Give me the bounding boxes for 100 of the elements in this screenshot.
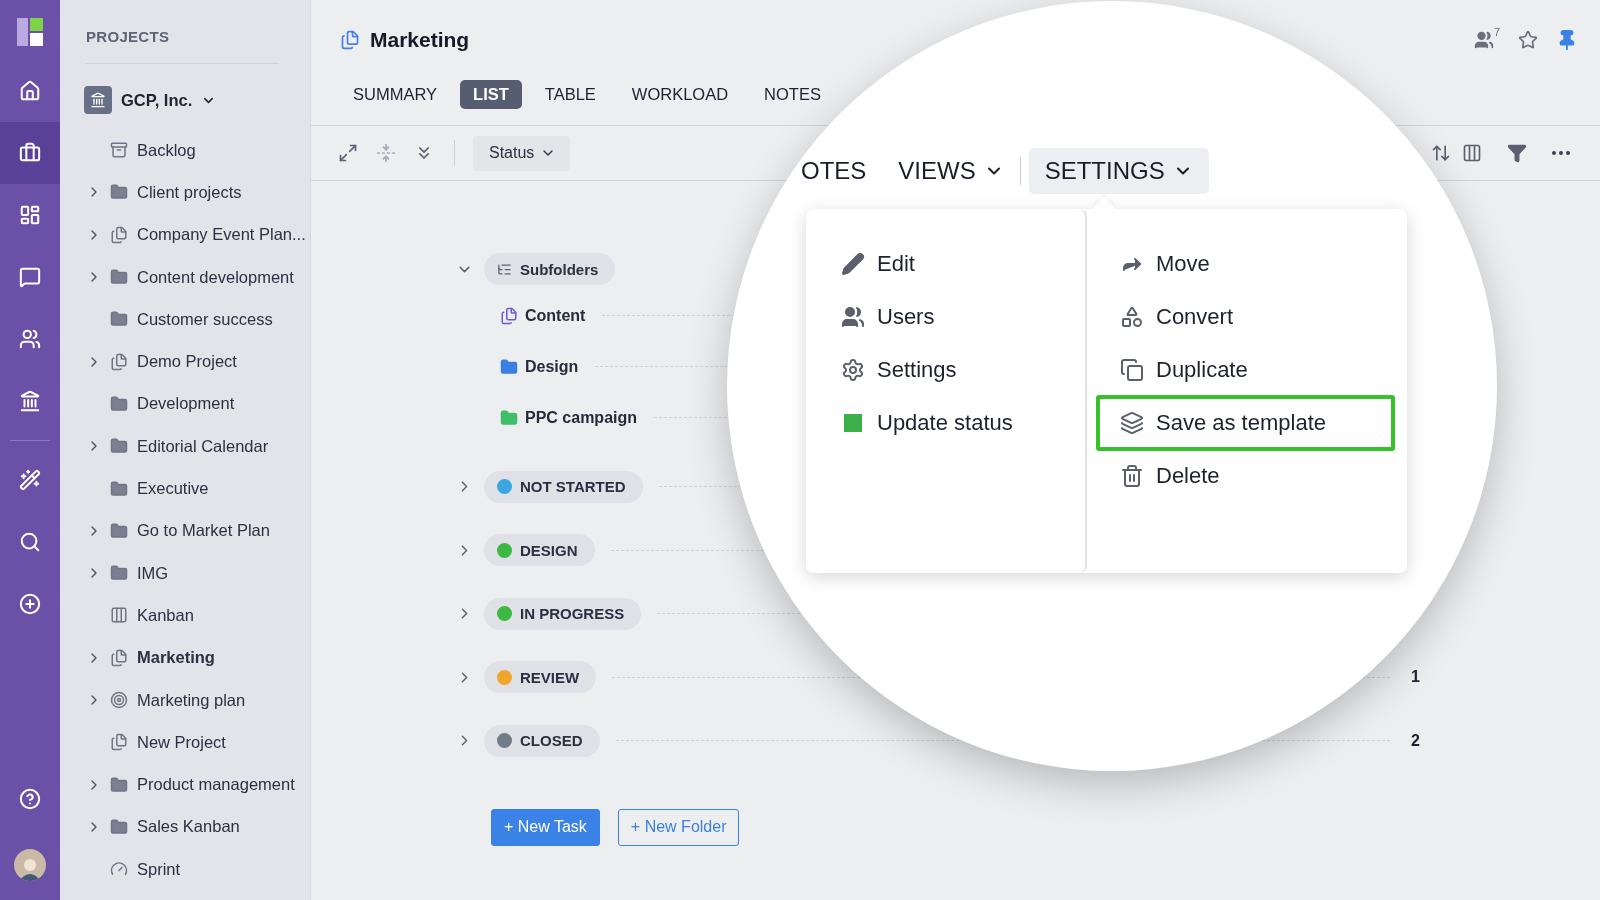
home-icon — [19, 80, 41, 102]
document-icon — [110, 225, 128, 244]
users-icon — [19, 328, 41, 350]
status-group-header[interactable]: DESIGN — [484, 534, 595, 567]
tree-icon — [497, 261, 512, 277]
status-group-header[interactable]: IN PROGRESS — [484, 597, 642, 630]
folder-icon — [110, 268, 128, 287]
status-group-header[interactable]: CLOSED — [484, 724, 600, 757]
menu-item[interactable]: Move — [1096, 236, 1395, 292]
menu-item[interactable]: Delete — [1096, 448, 1395, 504]
sidebar-title: PROJECTS — [86, 28, 279, 64]
menu-item[interactable]: Convert — [1096, 289, 1395, 345]
menu-item[interactable]: Edit — [837, 236, 1077, 292]
target-icon — [110, 691, 128, 709]
status-group-header[interactable]: REVIEW — [484, 661, 597, 694]
wand-icon — [19, 469, 41, 491]
settings-icon — [841, 358, 865, 382]
menu-item[interactable]: Save as template — [1096, 395, 1395, 451]
trash-icon — [1120, 464, 1144, 488]
sidebar-item[interactable]: Customer success — [110, 309, 273, 329]
sidebar-item[interactable]: Editorial Calendar — [110, 436, 269, 456]
sidebar-item[interactable]: Client projects — [110, 182, 242, 202]
view-tab[interactable]: WORKLOAD — [618, 80, 742, 109]
columns-icon — [110, 606, 128, 625]
sidebar-item[interactable]: Sales Kanban — [110, 817, 240, 837]
folder-icon — [110, 775, 128, 794]
sidebar-item[interactable]: Company Event Plan... — [110, 225, 306, 245]
sidebar-item[interactable]: Go to Market Plan — [110, 521, 270, 541]
sidebar-item[interactable]: Executive — [110, 479, 209, 498]
bank-icon — [19, 390, 41, 412]
logo — [17, 18, 43, 46]
status-group-header[interactable]: NOT STARTED — [484, 470, 643, 503]
dashboard-icon — [19, 204, 41, 226]
view-tab[interactable]: SETTINGS — [1028, 148, 1209, 194]
folder-icon — [110, 564, 128, 583]
filter-icon — [1507, 143, 1527, 163]
more-button[interactable] — [1550, 151, 1572, 155]
subfolder-name[interactable]: Content — [525, 306, 586, 325]
collapse-icon — [376, 143, 396, 163]
sidebar-item[interactable]: Backlog — [110, 140, 196, 160]
users-icon — [1473, 30, 1494, 50]
star-icon[interactable] — [1518, 30, 1538, 50]
sidebar-item[interactable]: Sprint — [110, 859, 181, 879]
menu-item[interactable]: Update status — [837, 395, 1077, 451]
folder-icon — [110, 521, 128, 540]
sort-icon — [1431, 143, 1451, 163]
pencil-icon — [841, 252, 865, 276]
archive-icon — [110, 141, 128, 160]
copy-icon — [1120, 358, 1144, 382]
folder-icon — [110, 817, 128, 836]
task-count: 1 — [1410, 668, 1420, 687]
users-icon — [841, 305, 865, 329]
document-icon — [110, 352, 128, 371]
plus-icon — [19, 593, 41, 615]
chat-icon — [19, 266, 41, 288]
menu-item[interactable]: Duplicate — [1096, 342, 1395, 398]
menu-item[interactable]: Users — [837, 289, 1077, 345]
filter-button[interactable] — [1505, 143, 1529, 163]
subfolder-name[interactable]: Design — [525, 357, 579, 376]
document-icon — [340, 30, 360, 50]
view-tab[interactable]: NOTES — [751, 80, 834, 109]
briefcase-icon — [19, 142, 41, 164]
sidebar-item[interactable]: Marketing plan — [110, 690, 246, 710]
sidebar-item[interactable]: Kanban — [110, 605, 194, 625]
columns-icon — [1462, 143, 1482, 163]
more-icon — [1552, 151, 1570, 155]
sidebar-item[interactable]: Product management — [110, 775, 295, 795]
page-title: Marketing — [370, 28, 470, 52]
sidebar-item[interactable]: Content development — [110, 267, 294, 287]
workspace-selector[interactable]: GCP, Inc. — [84, 86, 217, 114]
task-count: 2 — [1410, 731, 1420, 750]
shapes-icon — [1120, 305, 1144, 329]
subfolder-name[interactable]: PPC campaign — [525, 408, 638, 427]
expand-icon — [338, 143, 358, 163]
folder-icon — [110, 437, 128, 456]
avatar — [14, 849, 46, 881]
view-tab[interactable]: TABLE — [531, 80, 609, 109]
folder-icon — [110, 479, 128, 498]
document-icon — [110, 733, 128, 752]
view-tab[interactable]: LIST — [460, 80, 522, 109]
group-header[interactable]: Subfolders — [484, 253, 616, 285]
search-icon — [19, 531, 41, 553]
bank-icon — [84, 86, 112, 114]
document-icon — [110, 648, 128, 667]
group-by-dropdown[interactable]: Status — [473, 135, 571, 171]
sidebar-item[interactable]: New Project — [110, 732, 226, 752]
nav-button[interactable] — [0, 122, 60, 184]
view-tab[interactable]: VIEWS — [882, 148, 1020, 194]
sidebar-item[interactable]: IMG — [110, 563, 169, 583]
members-button[interactable]: 7 — [1473, 30, 1500, 50]
sidebar-item[interactable]: Marketing — [110, 648, 215, 668]
view-tab[interactable]: OTES — [785, 148, 883, 194]
new-task-button[interactable]: + New Task — [491, 808, 600, 846]
help-icon — [19, 788, 41, 810]
sidebar-item[interactable]: Development — [110, 394, 235, 414]
view-tab[interactable]: SUMMARY — [340, 80, 451, 109]
folder-icon — [110, 310, 128, 329]
menu-item[interactable]: Settings — [837, 342, 1077, 398]
layers-icon — [1120, 411, 1144, 435]
sidebar-item[interactable]: Demo Project — [110, 352, 237, 372]
